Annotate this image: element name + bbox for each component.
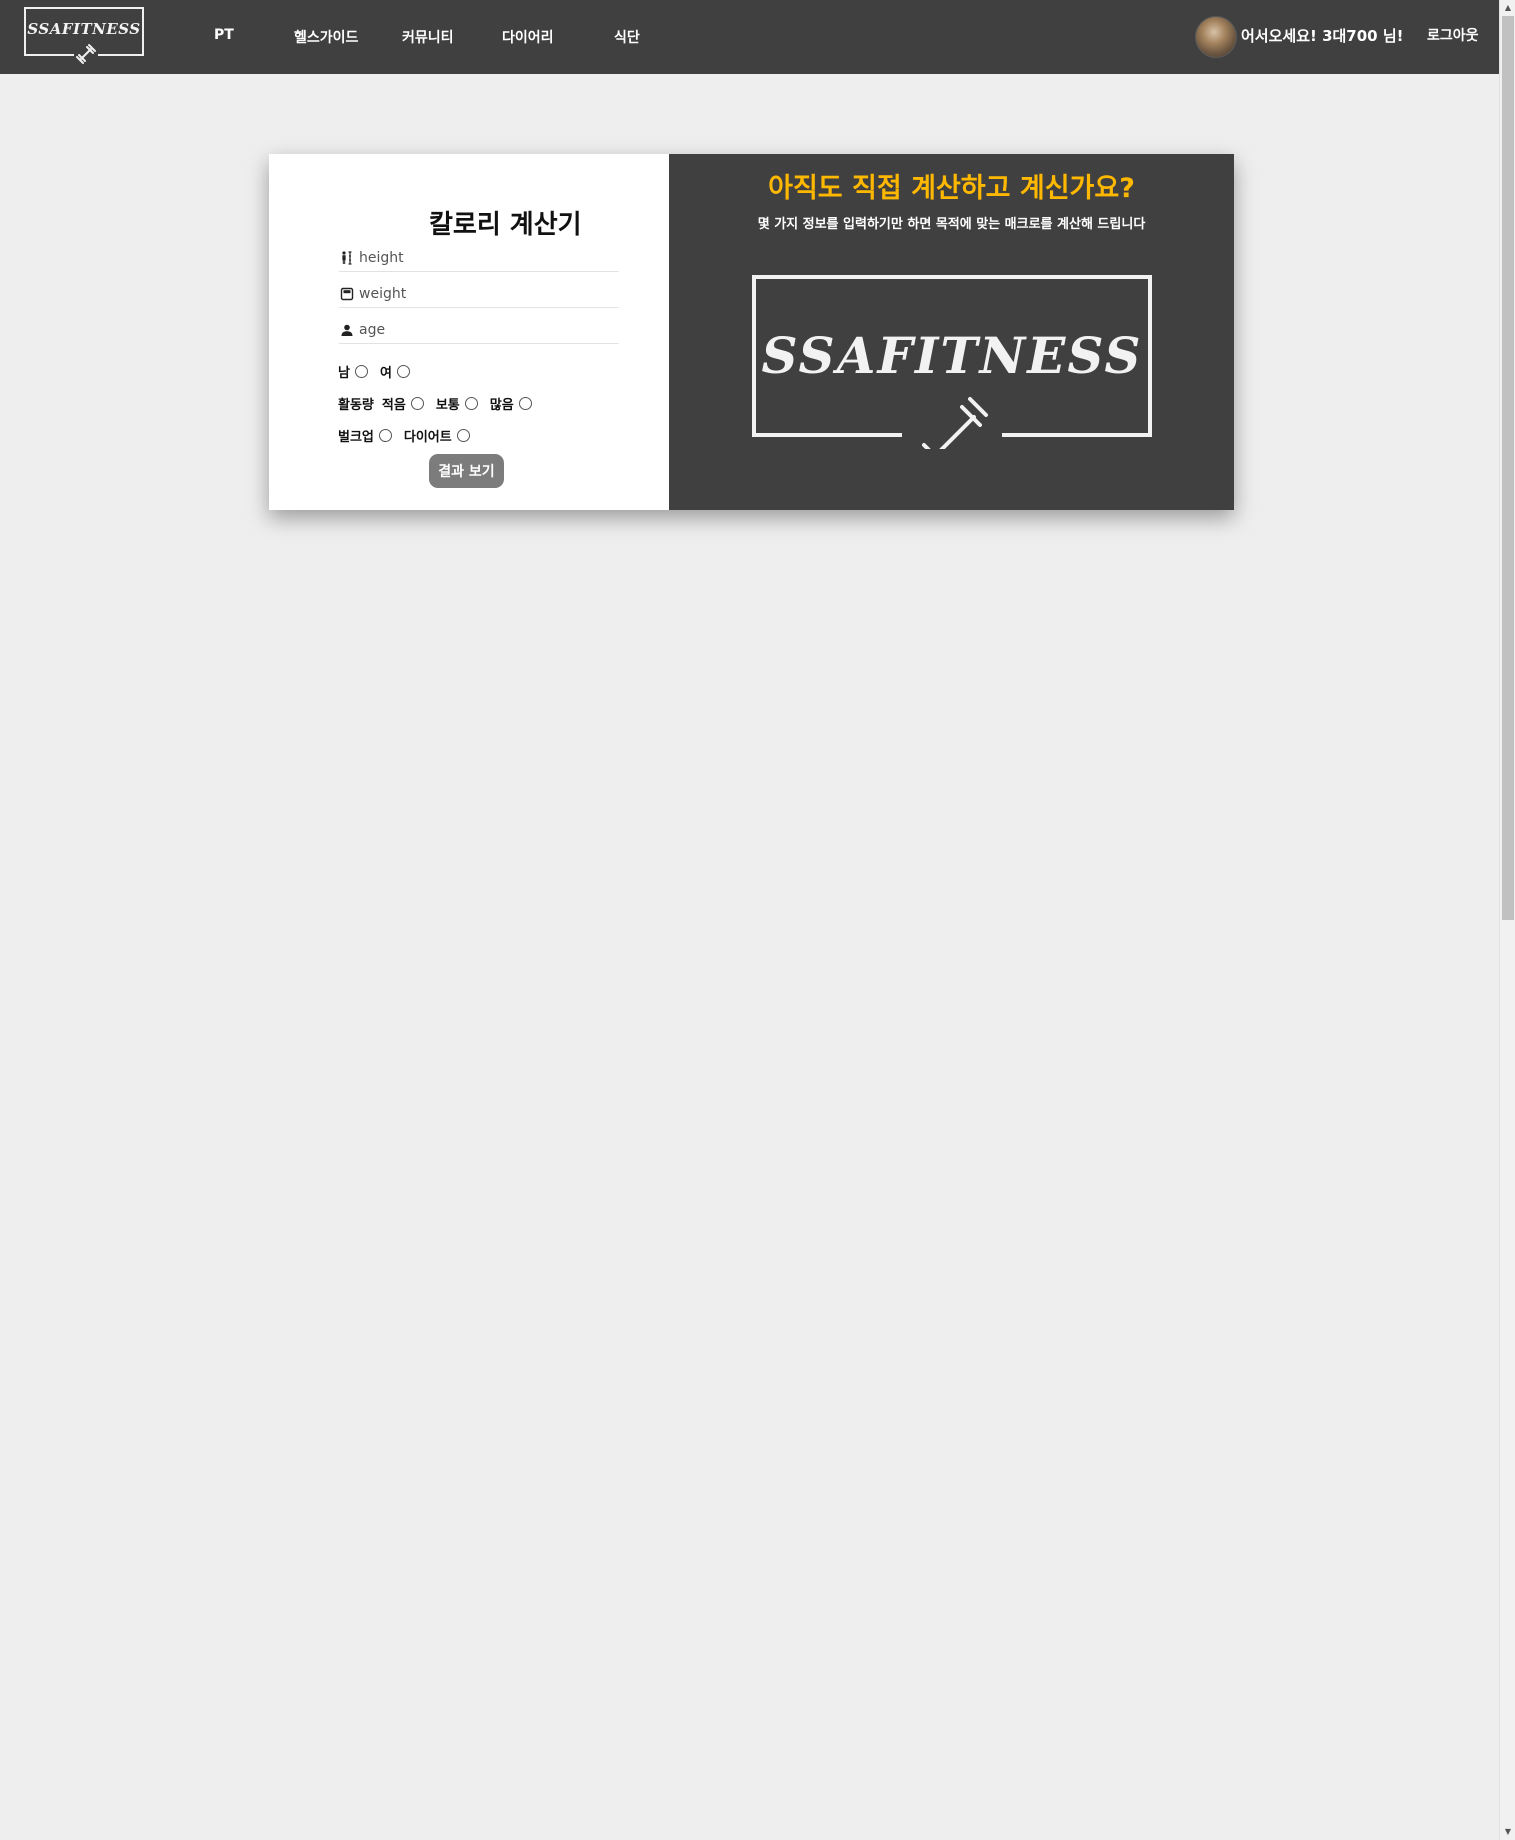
scroll-down-icon[interactable]: ▼ [1500,1824,1515,1840]
logout-link[interactable]: 로그아웃 [1427,25,1479,45]
promo-subtitle: 몇 가지 정보를 입력하기만 하면 목적에 맞는 매크로를 계산해 드립니다 [757,217,1146,232]
dumbbell-icon [74,42,98,66]
promo-logo-text: SSAFITNESS [762,326,1143,385]
activity-low-label: 적음 [381,398,406,413]
weight-input[interactable] [359,285,599,302]
goal-bulkup-label: 벌크업 [338,430,374,445]
weight-field [339,280,619,308]
goal-diet-radio[interactable] [456,429,470,442]
nav-item-diet[interactable]: 식단 [614,27,640,47]
activity-high-radio[interactable] [518,397,532,410]
logo-text: SSAFITNESS [27,20,141,38]
age-field [339,316,619,344]
height-icon [339,250,355,266]
nav-item-pt[interactable]: PT [214,27,234,43]
page-scrollbar[interactable]: ▲ ▼ [1499,0,1515,1840]
gender-row: 남 여 [338,362,422,381]
promo-dumbbell-icon [916,397,988,471]
user-avatar[interactable] [1195,16,1237,58]
top-navbar: SSAFITNESS PT 헬스가이드 커뮤니티 다이어리 식단 어서오세요! … [0,0,1499,74]
height-input[interactable] [359,249,599,266]
goal-diet-label: 다이어트 [403,430,452,445]
activity-low-radio[interactable] [410,397,424,410]
nav-item-health-guide[interactable]: 헬스가이드 [294,27,358,47]
gender-female-radio[interactable] [396,365,410,378]
calorie-calculator-card: 칼로리 계산기 height weight age 남 여 활동량 적음 보통 … [269,154,1234,510]
nav-item-community[interactable]: 커뮤니티 [402,27,454,47]
goal-bulkup-radio[interactable] [378,429,392,442]
activity-label: 활동량 [338,398,374,413]
calculator-form-panel: 칼로리 계산기 height weight age 남 여 활동량 적음 보통 … [269,154,669,510]
nav-item-diary[interactable]: 다이어리 [502,27,554,47]
gender-male-label: 남 [338,366,350,381]
age-input[interactable] [359,321,599,338]
promo-panel: 아직도 직접 계산하고 계신가요? 몇 가지 정보를 입력하기만 하면 목적에 … [669,154,1234,510]
scroll-up-icon[interactable]: ▲ [1500,0,1515,16]
calculator-title: 칼로리 계산기 [429,210,582,240]
height-field [339,244,619,272]
activity-mid-label: 보통 [435,398,460,413]
scale-icon [339,286,355,302]
ssafitness-logo-image: SSAFITNESS [752,275,1152,471]
gender-female-label: 여 [379,366,392,381]
welcome-text: 어서오세요! 3대700 님! [1241,27,1404,45]
site-logo[interactable]: SSAFITNESS [24,7,144,66]
promo-title: 아직도 직접 계산하고 계신가요? [768,173,1135,204]
goal-row: 벌크업 다이어트 [338,426,482,445]
scrollbar-thumb[interactable] [1502,16,1514,920]
activity-mid-radio[interactable] [464,397,478,410]
gender-male-radio[interactable] [354,365,368,378]
show-result-button[interactable]: 결과 보기 [429,454,504,488]
activity-row: 활동량 적음 보통 많음 [338,394,544,413]
person-icon [339,322,355,338]
activity-high-label: 많음 [489,398,514,413]
